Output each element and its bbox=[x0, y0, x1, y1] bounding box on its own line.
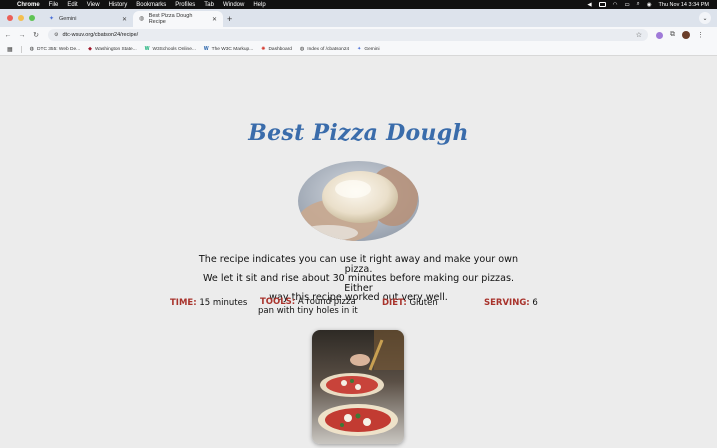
close-window-button[interactable] bbox=[7, 15, 13, 21]
siri-icon[interactable]: ◉ bbox=[647, 2, 652, 8]
bookmark-label: Gemini bbox=[364, 46, 380, 52]
fact-value: pan with tiny holes in it bbox=[258, 306, 358, 316]
tab-title: Best Pizza Dough Recipe bbox=[148, 13, 193, 25]
gemini-icon: ✦ bbox=[357, 46, 362, 52]
menu-view[interactable]: View bbox=[87, 2, 100, 8]
menu-tab[interactable]: Tab bbox=[204, 2, 214, 8]
intro-line: The recipe indicates you can use it righ… bbox=[198, 254, 519, 275]
battery-icon[interactable] bbox=[598, 2, 606, 7]
tab-search-icon[interactable]: ⌄ bbox=[699, 12, 711, 24]
fact-tools: TOOLS: A round pizza pan with tiny holes… bbox=[258, 298, 358, 316]
bookmark-star-icon[interactable]: ☆ bbox=[636, 31, 642, 39]
fact-time: TIME: 15 minutes bbox=[170, 298, 247, 308]
bookmark-washington-state[interactable]: ◆ Washington State... bbox=[88, 46, 137, 52]
maximize-window-button[interactable] bbox=[29, 15, 35, 21]
close-tab-icon[interactable]: ✕ bbox=[122, 16, 127, 23]
bookmark-w3c-markup[interactable]: W The W3C Markup... bbox=[204, 46, 253, 52]
menu-app-name[interactable]: Chrome bbox=[17, 2, 40, 8]
url-text[interactable]: dtc-wsuv.org/cbatson24/recipe/ bbox=[62, 32, 138, 38]
tab-best-pizza-dough-recipe[interactable]: ◍ Best Pizza Dough Recipe ✕ bbox=[133, 11, 223, 27]
profile-avatar[interactable] bbox=[682, 31, 690, 39]
bookmark-w3schools[interactable]: W W3Schools Online... bbox=[145, 46, 196, 52]
pizza-dough-image bbox=[298, 161, 419, 241]
tab-title: Gemini bbox=[59, 16, 77, 22]
back-icon[interactable]: ← bbox=[2, 32, 14, 39]
recipe-page: Best Pizza Dough The recipe indicates yo… bbox=[0, 56, 717, 448]
forward-icon[interactable]: → bbox=[16, 32, 28, 39]
extension-icon[interactable] bbox=[656, 31, 663, 39]
tab-gemini[interactable]: ✦ Gemini ✕ bbox=[43, 11, 133, 27]
globe-icon: ◍ bbox=[139, 16, 145, 22]
menu-profiles[interactable]: Profiles bbox=[175, 2, 195, 8]
control-center-icon[interactable]: ▭ bbox=[624, 2, 629, 8]
fact-diet: DIET: Gluten bbox=[382, 298, 438, 308]
volume-icon[interactable]: ◀ bbox=[587, 2, 591, 8]
fact-label: DIET: bbox=[382, 298, 407, 308]
close-tab-icon[interactable]: ✕ bbox=[212, 16, 217, 23]
bookmark-dashboard[interactable]: ✺ Dashboard bbox=[261, 46, 292, 52]
apps-grid-icon[interactable]: ▦ bbox=[7, 46, 13, 53]
menu-file[interactable]: File bbox=[49, 2, 59, 8]
menu-edit[interactable]: Edit bbox=[67, 2, 77, 8]
intro-line: We let it sit and rise about 30 minutes … bbox=[202, 273, 515, 294]
menu-kebab-icon[interactable]: ⋮ bbox=[697, 31, 704, 39]
recipe-intro: The recipe indicates you can use it righ… bbox=[190, 255, 527, 303]
wifi-icon[interactable]: ◠ bbox=[613, 2, 618, 8]
menu-help[interactable]: Help bbox=[253, 2, 265, 8]
bookmark-label: DTC 355: Web De... bbox=[37, 46, 81, 52]
tab-strip: ✦ Gemini ✕ ◍ Best Pizza Dough Recipe ✕ +… bbox=[0, 9, 717, 27]
pizza-illustration bbox=[312, 330, 404, 444]
gemini-icon: ✦ bbox=[49, 16, 55, 22]
menu-clock[interactable]: Thu Nov 14 3:34 PM bbox=[659, 2, 709, 8]
extensions-puzzle-icon[interactable]: ⧉ bbox=[670, 31, 675, 39]
pizza-image bbox=[312, 330, 404, 444]
fact-serving: SERVING: 6 bbox=[484, 298, 538, 308]
w3c-icon: W bbox=[203, 46, 209, 52]
wsu-icon: ◆ bbox=[88, 46, 93, 52]
menu-history[interactable]: History bbox=[109, 2, 128, 8]
search-icon[interactable]: ⌕ bbox=[637, 1, 640, 8]
menu-bookmarks[interactable]: Bookmarks bbox=[136, 2, 166, 8]
w3schools-icon: W bbox=[144, 46, 150, 52]
bookmark-index-cbatson24[interactable]: ◍ Index of /cbatson24 bbox=[300, 46, 349, 52]
canvas-icon: ✺ bbox=[261, 46, 266, 52]
reload-icon[interactable]: ↻ bbox=[30, 31, 42, 39]
page-title: Best Pizza Dough bbox=[248, 120, 469, 146]
fact-label: TIME: bbox=[170, 298, 197, 308]
globe-icon: ◍ bbox=[299, 46, 305, 52]
bookmark-gemini[interactable]: ✦ Gemini bbox=[357, 46, 379, 52]
fact-value: Gluten bbox=[409, 298, 438, 308]
bookmark-label: W3Schools Online... bbox=[152, 46, 196, 52]
dough-illustration bbox=[298, 161, 419, 241]
fact-label: SERVING: bbox=[484, 298, 530, 308]
bookmark-label: Index of /cbatson24 bbox=[307, 46, 350, 52]
browser-toolbar: ← → ↻ ⚙ dtc-wsuv.org/cbatson24/recipe/ ☆… bbox=[0, 27, 717, 43]
menu-window[interactable]: Window bbox=[223, 2, 244, 8]
minimize-window-button[interactable] bbox=[18, 15, 24, 21]
globe-icon: ◍ bbox=[29, 46, 35, 52]
bookmarks-divider bbox=[20, 45, 22, 53]
window-controls bbox=[0, 15, 43, 27]
fact-value: 6 bbox=[532, 298, 538, 308]
site-info-icon[interactable]: ⚙ bbox=[54, 32, 58, 38]
bookmark-dtc-355[interactable]: ◍ DTC 355: Web De... bbox=[30, 46, 80, 52]
macos-menu-bar: Chrome File Edit View History Bookmarks … bbox=[0, 0, 717, 9]
fact-value: 15 minutes bbox=[199, 298, 248, 308]
bookmark-label: The W3C Markup... bbox=[211, 46, 254, 52]
bookmarks-bar: ▦ ◍ DTC 355: Web De... ◆ Washington State.… bbox=[0, 43, 717, 56]
bookmark-label: Dashboard bbox=[268, 46, 292, 52]
new-tab-button[interactable]: + bbox=[223, 14, 238, 27]
bookmark-label: Washington State... bbox=[95, 46, 137, 52]
address-bar[interactable]: ⚙ dtc-wsuv.org/cbatson24/recipe/ ☆ bbox=[48, 29, 648, 41]
